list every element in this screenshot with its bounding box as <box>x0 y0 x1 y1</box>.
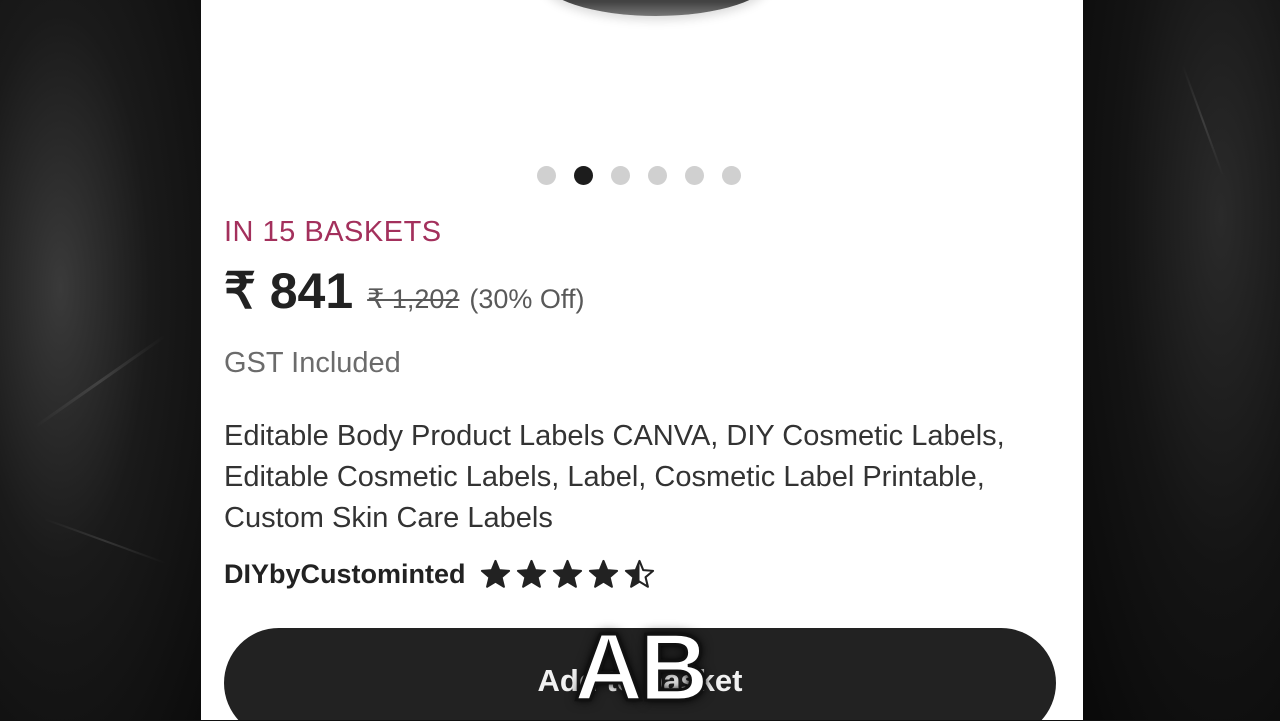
tax-note: GST Included <box>224 347 401 379</box>
baskets-count: IN 15 BASKETS <box>224 216 442 248</box>
star-half-icon <box>624 559 654 588</box>
paper-crease <box>33 334 167 429</box>
paper-crease <box>43 517 167 565</box>
discount-text: (30% Off) <box>469 284 585 314</box>
star-full-icon <box>588 559 618 588</box>
carousel-dot[interactable] <box>648 166 667 185</box>
carousel-dot[interactable] <box>537 166 556 185</box>
product-title: Editable Body Product Labels CANVA, DIY … <box>224 420 1005 534</box>
shop-row: DIYbyCustominted <box>224 559 655 590</box>
shop-name-link[interactable]: DIYbyCustominted <box>224 559 466 590</box>
product-card: IN 15 BASKETS ₹ 841 ₹ 1,202 (30% Off) GS… <box>201 0 1083 720</box>
carousel-dot[interactable] <box>722 166 741 185</box>
video-caption-overlay: AB <box>573 614 711 721</box>
star-full-icon <box>516 559 546 588</box>
carousel-indicator <box>537 166 741 185</box>
background-right-panel <box>1083 0 1280 720</box>
star-full-icon <box>552 559 582 588</box>
paper-crease <box>1181 64 1225 178</box>
price-row: ₹ 841 ₹ 1,202 (30% Off) <box>224 262 584 320</box>
carousel-dot[interactable] <box>685 166 704 185</box>
background-left-panel <box>0 0 201 720</box>
product-image[interactable] <box>541 0 771 16</box>
carousel-dot[interactable] <box>574 166 593 185</box>
carousel-dot[interactable] <box>611 166 630 185</box>
original-price: ₹ 1,202 <box>367 284 460 314</box>
current-price: ₹ 841 <box>224 263 354 319</box>
rating-stars[interactable] <box>480 559 655 590</box>
star-full-icon <box>480 559 510 588</box>
